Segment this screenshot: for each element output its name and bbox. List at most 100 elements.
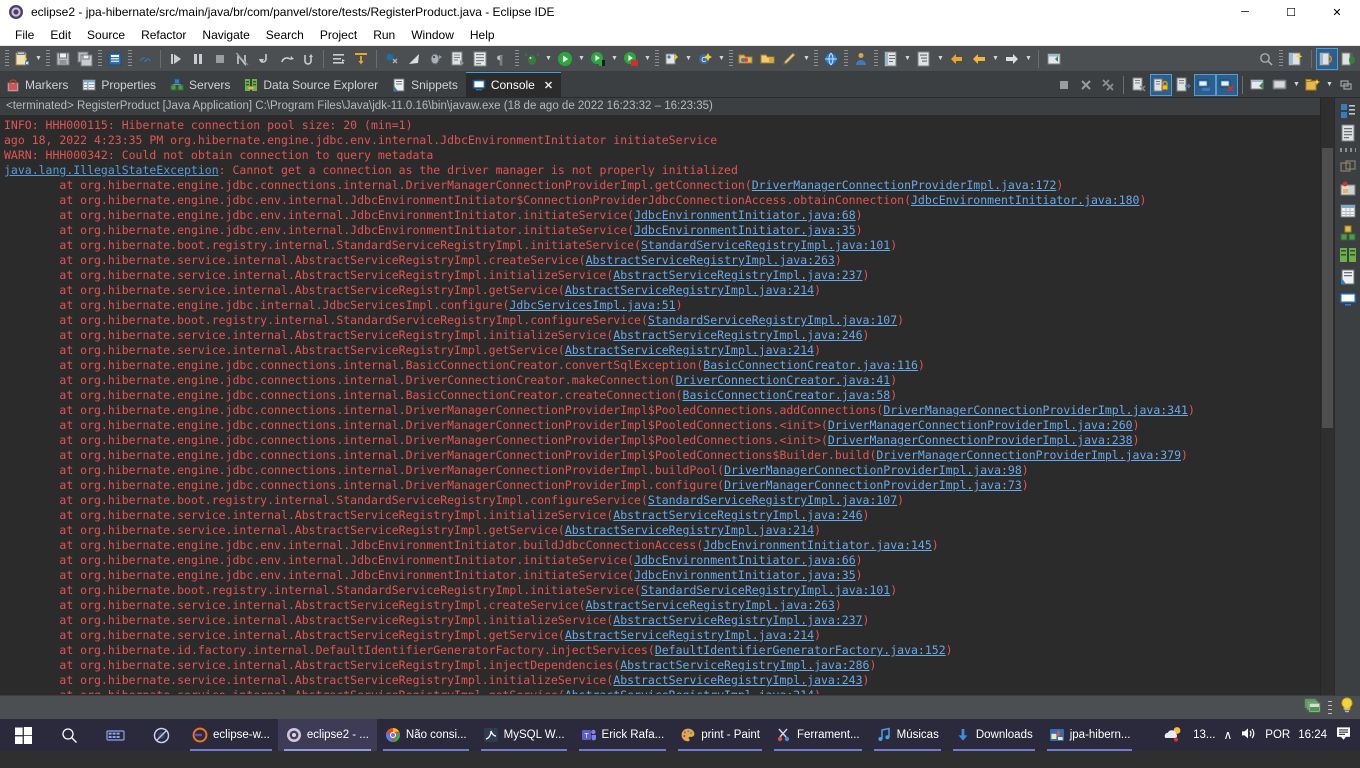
server-dropdown-icon[interactable]: ▼ [642,48,653,70]
open-task-icon[interactable] [469,48,491,70]
stack-trace-link[interactable]: JdbcEnvironmentInitiator.java:145 [703,538,931,552]
stack-trace-link[interactable]: JdbcEnvironmentInitiator.java:35 [634,223,856,237]
taskbar-item-paint[interactable]: print - Paint [672,719,768,751]
stack-trace-link[interactable]: JdbcEnvironmentInitiator.java:180 [911,193,1139,207]
toolbar-drag-handle-3[interactable] [98,49,102,68]
toolbar-drag-handle-2[interactable] [46,49,50,68]
menu-window[interactable]: Window [403,26,462,44]
stack-trace-link[interactable]: StandardServiceRegistryImpl.java:101 [641,238,890,252]
stack-trace-link[interactable]: DriverManagerConnectionProviderImpl.java… [876,448,1181,462]
stack-trace-link[interactable]: JdbcServicesImpl.java:51 [509,298,675,312]
toolbar-drag-handle-9[interactable] [844,49,848,68]
data-source-explorer-icon[interactable] [1339,246,1357,264]
last-edit-location-icon[interactable] [350,48,372,70]
multiple-windows-icon[interactable] [1304,696,1322,719]
console-output[interactable]: INFO: HHH000115: Hibernate connection po… [0,116,1320,694]
stack-trace-link[interactable]: AbstractServiceRegistryImpl.java:246 [613,328,862,342]
toggle-mark-occurrences-icon[interactable] [134,48,156,70]
run-server-icon[interactable] [620,48,642,70]
toolbar-drag-handle-8[interactable] [814,49,818,68]
minimize-icon[interactable] [1335,74,1357,96]
minimize-button[interactable]: ─ [1222,0,1268,24]
toolbar-drag-handle-5[interactable] [515,49,519,68]
status-bar-drag-handle[interactable] [1328,700,1332,715]
menu-refactor[interactable]: Refactor [133,26,194,44]
run-dropdown-icon[interactable]: ▼ [576,48,587,70]
clock[interactable]: 16:24 [1298,729,1327,741]
stack-trace-link[interactable]: StandardServiceRegistryImpl.java:107 [648,493,897,507]
stack-trace-link[interactable]: AbstractServiceRegistryImpl.java:263 [586,253,835,267]
suspend-icon[interactable] [187,48,209,70]
menu-edit[interactable]: Edit [42,26,79,44]
weather-temp-label[interactable]: 13... [1193,729,1215,741]
stack-trace-link[interactable]: AbstractServiceRegistryImpl.java:214 [565,628,814,642]
previous-icon[interactable] [968,48,990,70]
exception-link[interactable]: java.lang.IllegalStateException [4,163,219,177]
stack-trace-link[interactable]: AbstractServiceRegistryImpl.java:214 [565,688,814,694]
remove-launch-icon[interactable] [1075,74,1097,96]
notifications-icon[interactable] [1335,726,1352,744]
save-icon[interactable] [52,48,74,70]
new-console-dropdown-icon[interactable]: ▼ [1324,74,1335,96]
table-view-icon[interactable] [1339,202,1357,220]
stack-trace-link[interactable]: AbstractServiceRegistryImpl.java:214 [565,523,814,537]
skip-all-breakpoints-icon[interactable] [403,48,425,70]
snippets-view-icon[interactable] [1339,268,1357,286]
close-button[interactable]: ✕ [1314,0,1360,24]
properties-view-icon[interactable] [1339,158,1357,176]
new-wizard-dropdown-icon[interactable]: ▼ [33,48,44,70]
menu-project[interactable]: Project [312,26,365,44]
open-folder-icon[interactable] [735,48,757,70]
stack-trace-link[interactable]: AbstractServiceRegistryImpl.java:243 [613,673,862,687]
stack-trace-link[interactable]: JdbcEnvironmentInitiator.java:68 [634,208,856,222]
language-indicator[interactable]: POR [1265,729,1290,741]
stack-trace-link[interactable]: StandardServiceRegistryImpl.java:107 [648,313,897,327]
display-selected-console-icon[interactable] [1194,73,1216,96]
stack-trace-link[interactable]: AbstractServiceRegistryImpl.java:286 [620,658,869,672]
hierarchy-icon[interactable] [913,48,935,70]
edit-dropdown-icon[interactable]: ▼ [801,48,812,70]
step-over-icon[interactable] [275,48,297,70]
chevron-up-icon[interactable]: ∧ [1224,728,1233,742]
toolbar-drag-handle-10[interactable] [874,49,878,68]
new-perspective-icon[interactable] [1285,48,1307,70]
tab-console[interactable]: Console ✕ [465,72,562,97]
open-type-icon[interactable] [447,48,469,70]
taskbar-item-teams[interactable]: T Erick Rafa... [573,719,673,751]
stack-trace-link[interactable]: AbstractServiceRegistryImpl.java:214 [565,283,814,297]
new-window-icon[interactable] [1043,48,1065,70]
profile-icon[interactable] [850,48,872,70]
new-class-icon[interactable]: C [694,48,716,70]
volume-icon[interactable] [1240,726,1257,744]
stack-trace-link[interactable]: AbstractServiceRegistryImpl.java:237 [613,268,862,282]
run-icon[interactable] [554,48,576,70]
menu-search[interactable]: Search [258,26,312,44]
stack-trace-link[interactable]: DefaultIdentifierGeneratorFactory.java:1… [655,643,946,657]
toolbar-drag-handle-11[interactable] [1279,49,1283,68]
restore-perspective-icon[interactable] [1339,102,1357,120]
debug-icon[interactable] [521,48,543,70]
stack-trace-link[interactable]: DriverManagerConnectionProviderImpl.java… [752,178,1057,192]
globe-icon[interactable] [820,48,842,70]
tab-markers[interactable]: Markers [0,72,76,97]
shortcut-bar-drag-handle[interactable] [1339,148,1356,152]
tab-servers[interactable]: Servers [164,72,238,97]
terminate-icon[interactable] [1053,74,1075,96]
edit-icon[interactable] [779,48,801,70]
toolbar-drag-handle[interactable] [5,49,9,68]
debug-perspective-icon[interactable] [1338,48,1360,70]
outline-icon[interactable] [880,48,902,70]
console-vertical-scrollbar[interactable] [1320,98,1334,695]
toolbar-drag-handle-7[interactable] [729,49,733,68]
java-perspective-icon[interactable] [1316,47,1338,70]
terminate-icon[interactable] [209,48,231,70]
stack-trace-link[interactable]: BasicConnectionCreator.java:116 [703,358,918,372]
open-console-icon[interactable] [1247,74,1269,96]
outline-dropdown-icon[interactable]: ▼ [902,48,913,70]
stack-trace-link[interactable]: DriverManagerConnectionProviderImpl.java… [828,418,1133,432]
stack-trace-link[interactable]: AbstractServiceRegistryImpl.java:246 [613,508,862,522]
clear-console-icon[interactable] [1128,74,1150,96]
previous-dropdown-icon[interactable]: ▼ [990,48,1001,70]
step-into-icon[interactable] [253,48,275,70]
menu-source[interactable]: Source [79,26,133,44]
